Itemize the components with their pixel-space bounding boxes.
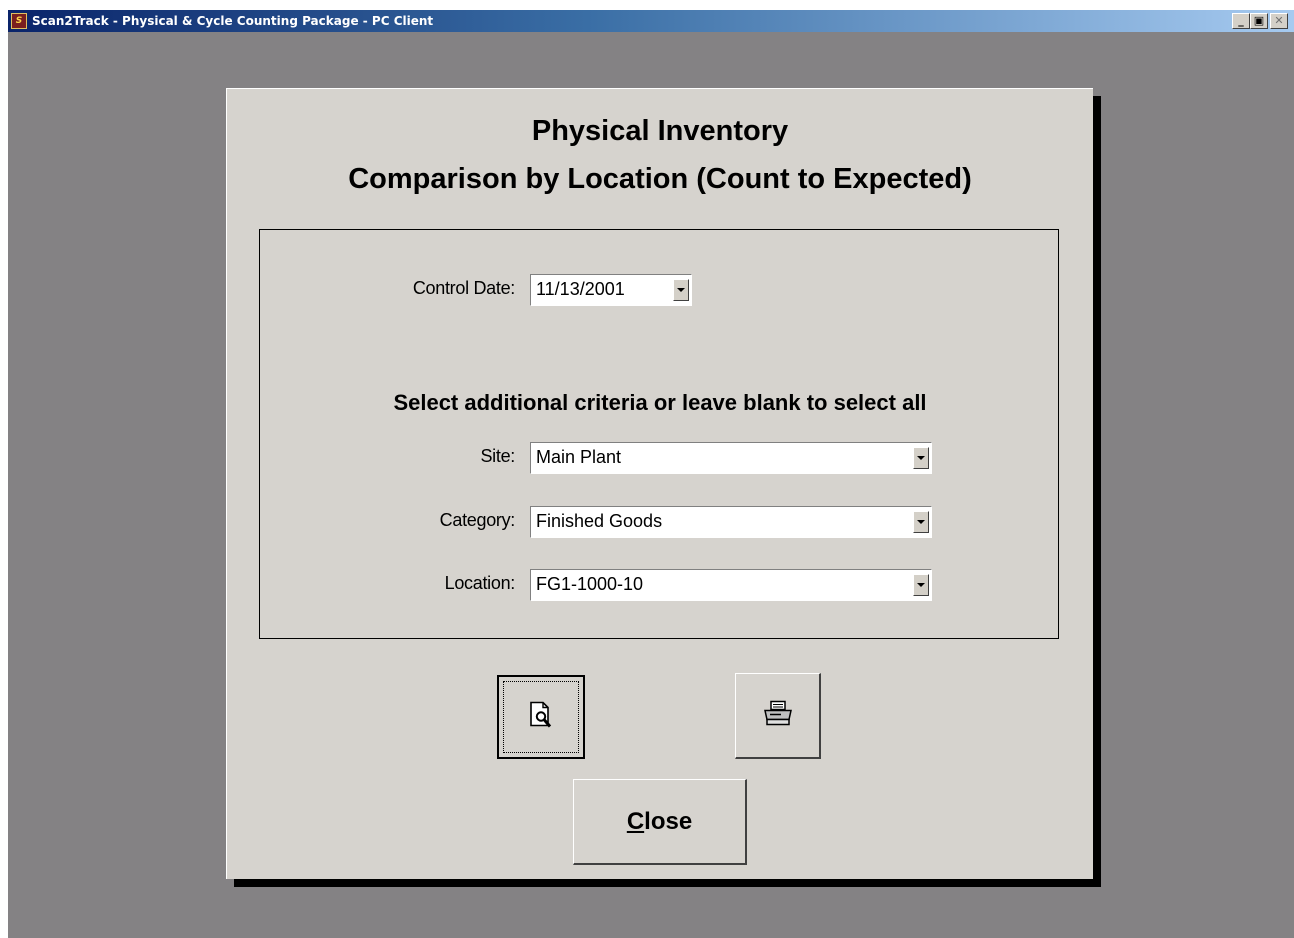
close-window-button[interactable]: ✕ [1270,13,1288,29]
minimize-button[interactable]: _ [1232,13,1250,29]
app-window: S Scan2Track - Physical & Cycle Counting… [8,10,1294,938]
location-dropdown[interactable]: FG1-1000-10 [530,569,932,601]
maximize-button[interactable]: ▣ [1250,13,1268,29]
app-icon[interactable]: S [11,13,27,29]
close-icon: ✕ [1274,14,1284,27]
window-title: Scan2Track - Physical & Cycle Counting P… [32,14,434,28]
criteria-heading: Select additional criteria or leave blan… [393,390,927,415]
close-button[interactable]: Close [573,779,747,865]
location-label: Location: [444,573,516,593]
chevron-down-icon[interactable] [673,279,689,301]
control-date-label: Control Date: [412,278,515,298]
close-button-label: Close [626,808,693,835]
criteria-panel: Control Date: 11/13/2001 Select addition… [259,229,1059,639]
category-value: Finished Goods [536,511,663,531]
chevron-down-icon[interactable] [913,511,929,533]
control-date-dropdown[interactable]: 11/13/2001 [530,274,692,306]
dialog-subtitle: Comparison by Location (Count to Expecte… [348,163,972,195]
dialog-title: Physical Inventory [531,115,789,147]
site-dropdown[interactable]: Main Plant [530,442,932,474]
control-date-value: 11/13/2001 [536,279,625,299]
minimize-icon: _ [1238,14,1244,27]
print-preview-button[interactable] [497,675,585,759]
print-button[interactable] [735,673,821,759]
site-value: Main Plant [536,447,622,467]
chevron-down-icon[interactable] [913,447,929,469]
report-dialog: Physical Inventory Comparison by Locatio… [226,88,1093,879]
location-value: FG1-1000-10 [536,574,644,594]
title-bar[interactable]: S Scan2Track - Physical & Cycle Counting… [8,10,1294,32]
print-preview-icon [528,701,554,734]
chevron-down-icon[interactable] [913,574,929,596]
site-label: Site: [480,446,515,466]
printer-icon [761,699,795,732]
category-label: Category: [439,510,516,530]
restore-icon: ▣ [1253,14,1265,27]
category-dropdown[interactable]: Finished Goods [530,506,932,538]
